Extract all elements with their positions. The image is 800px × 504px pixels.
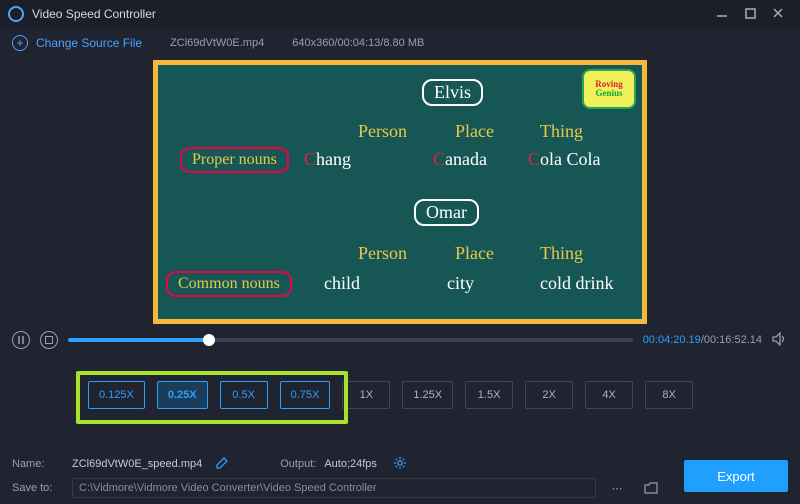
speed-selector: 0.125X 0.25X 0.5X 0.75X 1X 1.25X 1.5X 2X… bbox=[0, 354, 800, 436]
minimize-button[interactable] bbox=[708, 7, 736, 22]
speed-2x-button[interactable]: 2X bbox=[525, 381, 573, 409]
export-button[interactable]: Export bbox=[684, 460, 788, 492]
video-text: Person bbox=[358, 121, 407, 142]
video-text: CChanghang bbox=[304, 149, 351, 170]
save-to-label: Save to: bbox=[12, 482, 64, 494]
path-menu-button[interactable]: ⋯ bbox=[604, 478, 630, 498]
output-panel: Name: ZCl69dVtW0E_speed.mp4 Output: Auto… bbox=[0, 452, 800, 504]
video-text: Person bbox=[358, 243, 407, 264]
speed-4x-button[interactable]: 4X bbox=[585, 381, 633, 409]
video-text: Thing bbox=[540, 243, 583, 264]
video-text: child bbox=[324, 273, 360, 294]
video-text: Place bbox=[455, 243, 494, 264]
video-text: Cola Cola bbox=[528, 149, 601, 170]
progress-knob[interactable] bbox=[203, 334, 215, 346]
video-text: Place bbox=[455, 121, 494, 142]
total-time: 00:16:52.14 bbox=[704, 334, 762, 346]
speed-05x-button[interactable]: 0.5X bbox=[220, 381, 268, 409]
progress-bar[interactable] bbox=[68, 338, 633, 342]
video-text: Omar bbox=[414, 199, 479, 226]
output-settings-button[interactable] bbox=[393, 456, 407, 473]
video-text: Thing bbox=[540, 121, 583, 142]
speed-075x-button[interactable]: 0.75X bbox=[280, 381, 331, 409]
source-meta: 640x360/00:04:13/8.80 MB bbox=[292, 37, 424, 49]
video-text: Canada bbox=[433, 149, 487, 170]
edit-name-button[interactable] bbox=[216, 457, 228, 472]
speed-025x-button[interactable]: 0.25X bbox=[157, 381, 208, 409]
output-label: Output: bbox=[280, 458, 316, 470]
stop-button[interactable] bbox=[40, 331, 58, 349]
video-text: city bbox=[447, 273, 474, 294]
app-logo-icon bbox=[8, 6, 24, 22]
speed-8x-button[interactable]: 8X bbox=[645, 381, 693, 409]
time-display: 00:04:20.19/00:16:52.14 bbox=[643, 334, 762, 346]
speed-0125x-button[interactable]: 0.125X bbox=[88, 381, 145, 409]
progress-fill bbox=[68, 338, 209, 342]
play-pause-button[interactable] bbox=[12, 331, 30, 349]
app-title: Video Speed Controller bbox=[32, 7, 156, 21]
name-label: Name: bbox=[12, 458, 64, 470]
change-source-button[interactable]: + Change Source File bbox=[12, 35, 142, 51]
change-source-label: Change Source File bbox=[36, 36, 142, 50]
output-filename: ZCl69dVtW0E_speed.mp4 bbox=[72, 458, 202, 470]
video-preview-area: Roving Genius Elvis Person Place Thing P… bbox=[0, 58, 800, 326]
playback-controls: 00:04:20.19/00:16:52.14 bbox=[0, 326, 800, 354]
current-time: 00:04:20.19 bbox=[643, 334, 701, 346]
video-text: Proper nouns bbox=[180, 147, 289, 173]
video-text: Elvis bbox=[422, 79, 483, 106]
plus-icon: + bbox=[12, 35, 28, 51]
video-watermark: Roving Genius bbox=[582, 69, 636, 109]
close-button[interactable] bbox=[764, 7, 792, 22]
video-text: Common nouns bbox=[166, 271, 292, 297]
speed-125x-button[interactable]: 1.25X bbox=[402, 381, 453, 409]
speed-1x-button[interactable]: 1X bbox=[342, 381, 390, 409]
source-filename: ZCl69dVtW0E.mp4 bbox=[170, 37, 264, 49]
file-info-bar: + Change Source File ZCl69dVtW0E.mp4 640… bbox=[0, 28, 800, 58]
speed-15x-button[interactable]: 1.5X bbox=[465, 381, 513, 409]
maximize-button[interactable] bbox=[736, 7, 764, 22]
save-path-field[interactable]: C:\Vidmore\Vidmore Video Converter\Video… bbox=[72, 478, 596, 498]
video-frame[interactable]: Roving Genius Elvis Person Place Thing P… bbox=[153, 60, 647, 324]
titlebar: Video Speed Controller bbox=[0, 0, 800, 28]
output-format: Auto;24fps bbox=[324, 458, 377, 470]
volume-icon[interactable] bbox=[772, 332, 788, 349]
video-text: cold drink bbox=[540, 273, 614, 294]
open-folder-button[interactable] bbox=[638, 478, 664, 498]
